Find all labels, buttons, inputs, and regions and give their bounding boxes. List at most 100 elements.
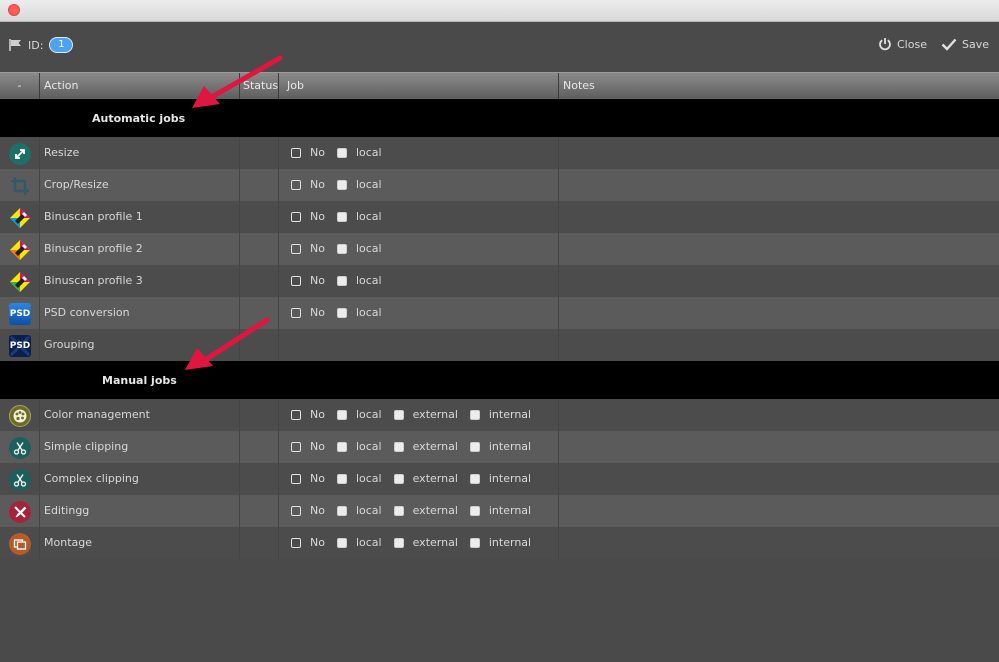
id-badge: 1 [49,37,74,53]
section-title: Automatic jobs [92,112,186,125]
notes-cell[interactable] [559,527,999,559]
internal-checkbox[interactable] [469,409,480,420]
notes-cell[interactable] [559,201,999,233]
column-header-status[interactable]: Status [240,73,279,99]
notes-cell[interactable] [559,169,999,201]
notes-cell[interactable] [559,399,999,431]
montage-icon [9,533,31,555]
no-checkbox[interactable] [291,409,301,420]
flag-icon [8,38,24,52]
local-checkbox[interactable] [336,147,347,158]
table-row[interactable]: Editingg No local external internal [0,495,999,527]
notes-cell[interactable] [559,265,999,297]
no-checkbox[interactable] [291,179,301,190]
status-cell [240,201,279,233]
status-cell [240,265,279,297]
window-close-button[interactable] [8,4,20,16]
job-options: No local external internal [279,463,559,495]
table-row[interactable]: Complex clipping No local external inter… [0,463,999,495]
table-row[interactable]: Crop/Resize No local [0,169,999,201]
status-cell [240,329,279,361]
table-row[interactable]: Resize No local [0,137,999,169]
local-checkbox[interactable] [336,307,347,318]
psd-group-icon: PSD [9,335,31,357]
resize-icon [9,143,31,165]
id-label: ID: [28,38,44,52]
internal-checkbox[interactable] [469,505,480,516]
no-checkbox[interactable] [291,275,301,286]
table-row[interactable]: Simple clipping No local external intern… [0,431,999,463]
external-checkbox[interactable] [393,409,404,420]
save-button[interactable]: Save [941,37,989,51]
column-header-notes[interactable]: Notes [559,73,999,99]
external-checkbox[interactable] [393,537,404,548]
checkmark-icon [941,37,957,51]
table-row[interactable]: Binuscan profile 2 No local [0,233,999,265]
action-label: Binuscan profile 1 [40,201,240,233]
table-row[interactable]: PSD Grouping [0,329,999,361]
status-cell [240,463,279,495]
no-checkbox[interactable] [291,307,301,318]
no-checkbox[interactable] [291,147,301,158]
power-icon [878,37,892,51]
local-checkbox[interactable] [336,275,347,286]
no-checkbox[interactable] [291,211,301,222]
no-checkbox[interactable] [291,441,301,452]
job-options: No local [279,137,559,169]
notes-cell[interactable] [559,297,999,329]
table-row[interactable]: Montage No local external internal [0,527,999,559]
status-cell [240,137,279,169]
table-row[interactable]: Binuscan profile 1 No local [0,201,999,233]
save-button-label: Save [962,37,990,51]
notes-cell[interactable] [559,463,999,495]
table-row[interactable]: PSD PSD conversion No local [0,297,999,329]
window-titlebar [0,0,999,22]
action-label: Crop/Resize [40,169,240,201]
no-checkbox[interactable] [291,473,301,484]
notes-cell[interactable] [559,233,999,265]
action-label: Grouping [40,329,240,361]
job-options: No local [279,201,559,233]
job-options: No local external internal [279,399,559,431]
job-options: No local [279,169,559,201]
job-options [279,329,559,361]
color-profile-icon [9,207,31,229]
external-checkbox[interactable] [393,441,404,452]
table-row[interactable]: Color management No local external inter… [0,399,999,431]
local-checkbox[interactable] [336,537,347,548]
external-checkbox[interactable] [393,505,404,516]
local-checkbox[interactable] [336,409,347,420]
internal-checkbox[interactable] [469,441,480,452]
psd-icon: PSD [9,303,31,325]
local-checkbox[interactable] [336,179,347,190]
column-header-job[interactable]: Job [279,73,559,99]
notes-cell[interactable] [559,431,999,463]
job-options: No local external internal [279,495,559,527]
action-label: Editingg [40,495,240,527]
close-button[interactable]: Close [878,37,927,51]
crop-icon [9,175,31,197]
no-checkbox[interactable] [291,537,301,548]
action-label: Binuscan profile 2 [40,233,240,265]
section-title: Manual jobs [102,374,177,387]
table-row[interactable]: Binuscan profile 3 No local [0,265,999,297]
column-header-minus[interactable]: - [0,73,40,99]
notes-cell[interactable] [559,495,999,527]
local-checkbox[interactable] [336,243,347,254]
local-checkbox[interactable] [336,441,347,452]
toolbar: ID: 1 Close Save [0,22,999,71]
local-checkbox[interactable] [336,505,347,516]
external-checkbox[interactable] [393,473,404,484]
column-header-action[interactable]: Action [40,73,240,99]
internal-checkbox[interactable] [469,537,480,548]
action-label: Color management [40,399,240,431]
palette-icon [9,405,31,427]
internal-checkbox[interactable] [469,473,480,484]
no-checkbox[interactable] [291,243,301,254]
local-checkbox[interactable] [336,211,347,222]
local-checkbox[interactable] [336,473,347,484]
section-automatic-jobs: Automatic jobs [0,99,999,137]
notes-cell[interactable] [559,137,999,169]
notes-cell[interactable] [559,329,999,361]
no-checkbox[interactable] [291,505,301,516]
